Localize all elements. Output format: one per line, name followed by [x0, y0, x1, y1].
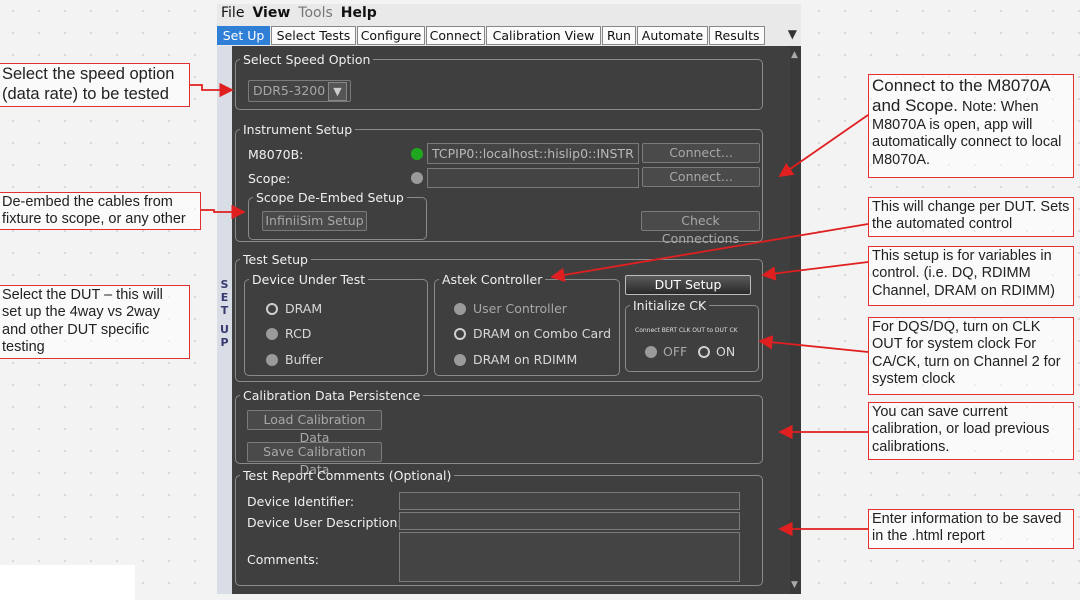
blank-corner	[0, 565, 135, 600]
scope-address-field[interactable]	[427, 168, 639, 188]
annotation-report: Enter information to be saved in the .ht…	[868, 509, 1074, 549]
chevron-down-icon: ▼	[328, 82, 347, 101]
device-description-label: Device User Description:	[247, 515, 402, 530]
initialize-ck-group: Initialize CK	[625, 298, 759, 372]
annotation-connect: Connect to the M8070A and Scope. Note: W…	[868, 74, 1074, 178]
tab-results[interactable]: Results	[709, 26, 765, 45]
m8070b-address-field[interactable]: TCPIP0::localhost::hislip0::INSTR	[427, 143, 639, 164]
scope-status-led	[411, 172, 423, 184]
scroll-up-icon[interactable]: ▲	[791, 50, 798, 60]
test-setup-legend: Test Setup	[243, 252, 308, 267]
ck-on-label: ON	[716, 344, 736, 359]
scroll-down-icon[interactable]: ▼	[791, 580, 798, 590]
ck-on-radio[interactable]	[698, 346, 710, 358]
speed-legend: Select Speed Option	[243, 52, 371, 67]
menu-view[interactable]: View	[248, 4, 294, 21]
side-letter: U	[220, 323, 229, 336]
speed-select[interactable]: DDR5-3200 ▼	[248, 80, 351, 102]
device-description-input[interactable]	[399, 512, 740, 530]
astek-user-controller-label: User Controller	[473, 301, 567, 316]
side-letter: T	[220, 304, 229, 317]
infiniisim-setup-button[interactable]: InfiniiSim Setup	[262, 211, 367, 231]
vertical-scrollbar[interactable]: ▲ ▼	[790, 46, 801, 594]
setup-side-strip: S E T U P	[217, 46, 233, 594]
comments-label: Comments:	[247, 552, 319, 567]
menu-bar: File View Tools Help	[217, 4, 801, 24]
astek-user-controller-radio[interactable]	[454, 303, 466, 315]
annotation-per-dut: This will change per DUT. Sets the autom…	[868, 197, 1074, 237]
comments-textarea[interactable]	[399, 532, 740, 582]
calibration-legend: Calibration Data Persistence	[243, 388, 421, 403]
tab-select-tests[interactable]: Select Tests	[271, 26, 356, 45]
annotation-dut: Select the DUT – this will set up the 4w…	[0, 285, 190, 359]
side-letter: S	[220, 278, 229, 291]
astek-rdimm-radio[interactable]	[454, 354, 466, 366]
tab-calibration-view[interactable]: Calibration View	[486, 26, 601, 45]
tab-automate[interactable]: Automate	[637, 26, 708, 45]
tab-configure[interactable]: Configure	[357, 26, 425, 45]
annotation-clock: For DQS/DQ, turn on CLK OUT for system c…	[868, 317, 1074, 395]
tab-overflow-chevron-down-icon[interactable]: ▼	[788, 27, 797, 41]
m8070b-label: M8070B:	[248, 147, 304, 162]
side-letter: P	[220, 336, 229, 349]
menu-tools[interactable]: Tools	[294, 4, 337, 21]
dut-legend: Device Under Test	[252, 272, 366, 287]
initialize-ck-legend: Initialize CK	[633, 298, 707, 313]
astek-combo-card-label: DRAM on Combo Card	[473, 326, 612, 341]
ck-off-radio[interactable]	[645, 346, 657, 358]
app-window: File View Tools Help Set Up Select Tests Co…	[217, 4, 801, 594]
dut-buffer-label: Buffer	[285, 352, 323, 367]
dut-buffer-radio[interactable]	[266, 354, 278, 366]
dut-setup-button[interactable]: DUT Setup	[625, 275, 751, 295]
astek-legend: Astek Controller	[442, 272, 543, 287]
device-identifier-input[interactable]	[399, 492, 740, 510]
annotation-variables: This setup is for variables in control. …	[868, 246, 1074, 306]
deembed-legend: Scope De-Embed Setup	[256, 190, 404, 205]
check-connections-button[interactable]: Check Connections	[641, 211, 760, 246]
dut-dram-label: DRAM	[285, 301, 323, 316]
side-label: S E T U P	[218, 278, 231, 349]
annotation-deembed: De-embed the cables from fixture to scop…	[0, 192, 201, 230]
report-legend: Test Report Comments (Optional)	[243, 468, 452, 483]
connect-m8070b-button[interactable]: Connect...	[642, 143, 760, 163]
astek-combo-card-radio[interactable]	[454, 328, 466, 340]
setup-panel: Select Speed Option DDR5-3200 ▼ Instrume…	[232, 46, 801, 594]
instrument-legend: Instrument Setup	[243, 122, 353, 137]
annotation-speed: Select the speed option (data rate) to b…	[0, 63, 190, 107]
initialize-ck-note: Connect BERT CLK OUT to DUT CK	[635, 327, 738, 334]
astek-rdimm-label: DRAM on RDIMM	[473, 352, 578, 367]
tab-bar: Set Up Select Tests Configure Connect Ca…	[217, 24, 801, 46]
menu-help[interactable]: Help	[337, 4, 381, 21]
tab-connect[interactable]: Connect	[426, 26, 485, 45]
tab-setup[interactable]: Set Up	[217, 26, 270, 45]
dut-rcd-radio[interactable]	[266, 328, 278, 340]
connect-scope-button[interactable]: Connect...	[642, 167, 760, 187]
device-identifier-label: Device Identifier:	[247, 494, 355, 509]
dut-rcd-label: RCD	[285, 326, 312, 341]
annotation-calibration: You can save current calibration, or loa…	[868, 402, 1074, 460]
tab-run[interactable]: Run	[602, 26, 636, 45]
menu-file[interactable]: File	[217, 4, 248, 21]
scope-label: Scope:	[248, 171, 291, 186]
save-calibration-button[interactable]: Save Calibration Data	[247, 442, 382, 477]
load-calibration-button[interactable]: Load Calibration Data	[247, 410, 382, 445]
ck-off-label: OFF	[663, 344, 688, 359]
speed-value: DDR5-3200	[253, 83, 326, 98]
dut-dram-radio[interactable]	[266, 303, 278, 315]
m8070b-status-led	[411, 148, 423, 160]
side-letter: E	[220, 291, 229, 304]
